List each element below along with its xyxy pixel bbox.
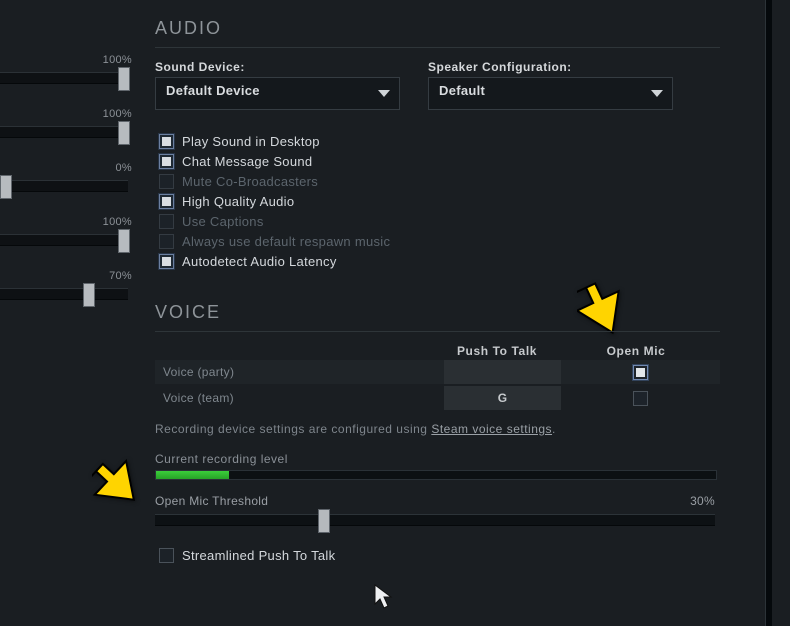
cursor-icon (374, 584, 394, 610)
panel-divider (765, 0, 772, 626)
voice-heading: VOICE (155, 302, 720, 323)
annotation-arrow-threshold (92, 457, 142, 512)
checkbox-autodetect-latency[interactable]: Autodetect Audio Latency (155, 252, 720, 272)
checkbox-streamlined-ptt[interactable]: Streamlined Push To Talk (155, 546, 720, 566)
slider-percent: 100% (103, 216, 132, 228)
threshold-percent: 30% (690, 494, 715, 508)
sound-device-value: Default Device (166, 83, 260, 98)
left-slider[interactable]: 100% (0, 104, 140, 158)
speaker-config-select[interactable]: Default (428, 77, 673, 110)
voice-row-team: Voice (team) G (155, 386, 720, 410)
open-mic-radio-party[interactable] (633, 365, 648, 380)
checkbox-play-sound-desktop[interactable]: Play Sound in Desktop (155, 132, 720, 152)
voice-col-push: Push To Talk (438, 344, 556, 358)
threshold-slider[interactable] (155, 514, 715, 526)
sound-device-select[interactable]: Default Device (155, 77, 400, 110)
slider-percent: 70% (109, 270, 132, 282)
voice-row-label: Voice (party) (155, 365, 444, 379)
open-mic-radio-team[interactable] (633, 391, 648, 406)
checkbox-always-default-respawn[interactable]: Always use default respawn music (155, 232, 720, 252)
slider-percent: 0% (116, 162, 133, 174)
threshold-label: Open Mic Threshold (155, 494, 268, 508)
current-recording-level-label: Current recording level (155, 452, 720, 466)
audio-heading: AUDIO (155, 18, 720, 39)
voice-row-label: Voice (team) (155, 391, 444, 405)
push-to-talk-key-party[interactable] (444, 360, 561, 384)
sound-device-label: Sound Device: (155, 60, 400, 74)
push-to-talk-key-team[interactable]: G (444, 386, 561, 410)
checkbox-chat-message-sound[interactable]: Chat Message Sound (155, 152, 720, 172)
left-settings-sliders: 100% 100% 0% 100% 70% (0, 50, 140, 320)
left-slider[interactable]: 100% (0, 50, 140, 104)
slider-percent: 100% (103, 54, 132, 66)
recording-note: Recording device settings are configured… (155, 422, 720, 436)
speaker-config-value: Default (439, 83, 485, 98)
steam-voice-settings-link[interactable]: Steam voice settings (431, 422, 552, 436)
current-recording-level-meter (155, 470, 717, 480)
divider (155, 47, 720, 48)
left-slider[interactable]: 100% (0, 212, 140, 266)
checkbox-mute-cobroadcasters[interactable]: Mute Co-Broadcasters (155, 172, 720, 192)
voice-row-party: Voice (party) (155, 360, 720, 384)
chevron-down-icon (648, 84, 666, 102)
checkbox-high-quality-audio[interactable]: High Quality Audio (155, 192, 720, 212)
voice-col-open: Open Mic (556, 344, 716, 358)
left-slider[interactable]: 70% (0, 266, 140, 320)
checkbox-use-captions[interactable]: Use Captions (155, 212, 720, 232)
divider (155, 331, 720, 332)
chevron-down-icon (375, 84, 393, 102)
left-slider[interactable]: 0% (0, 158, 140, 212)
slider-percent: 100% (103, 108, 132, 120)
speaker-config-label: Speaker Configuration: (428, 60, 673, 74)
